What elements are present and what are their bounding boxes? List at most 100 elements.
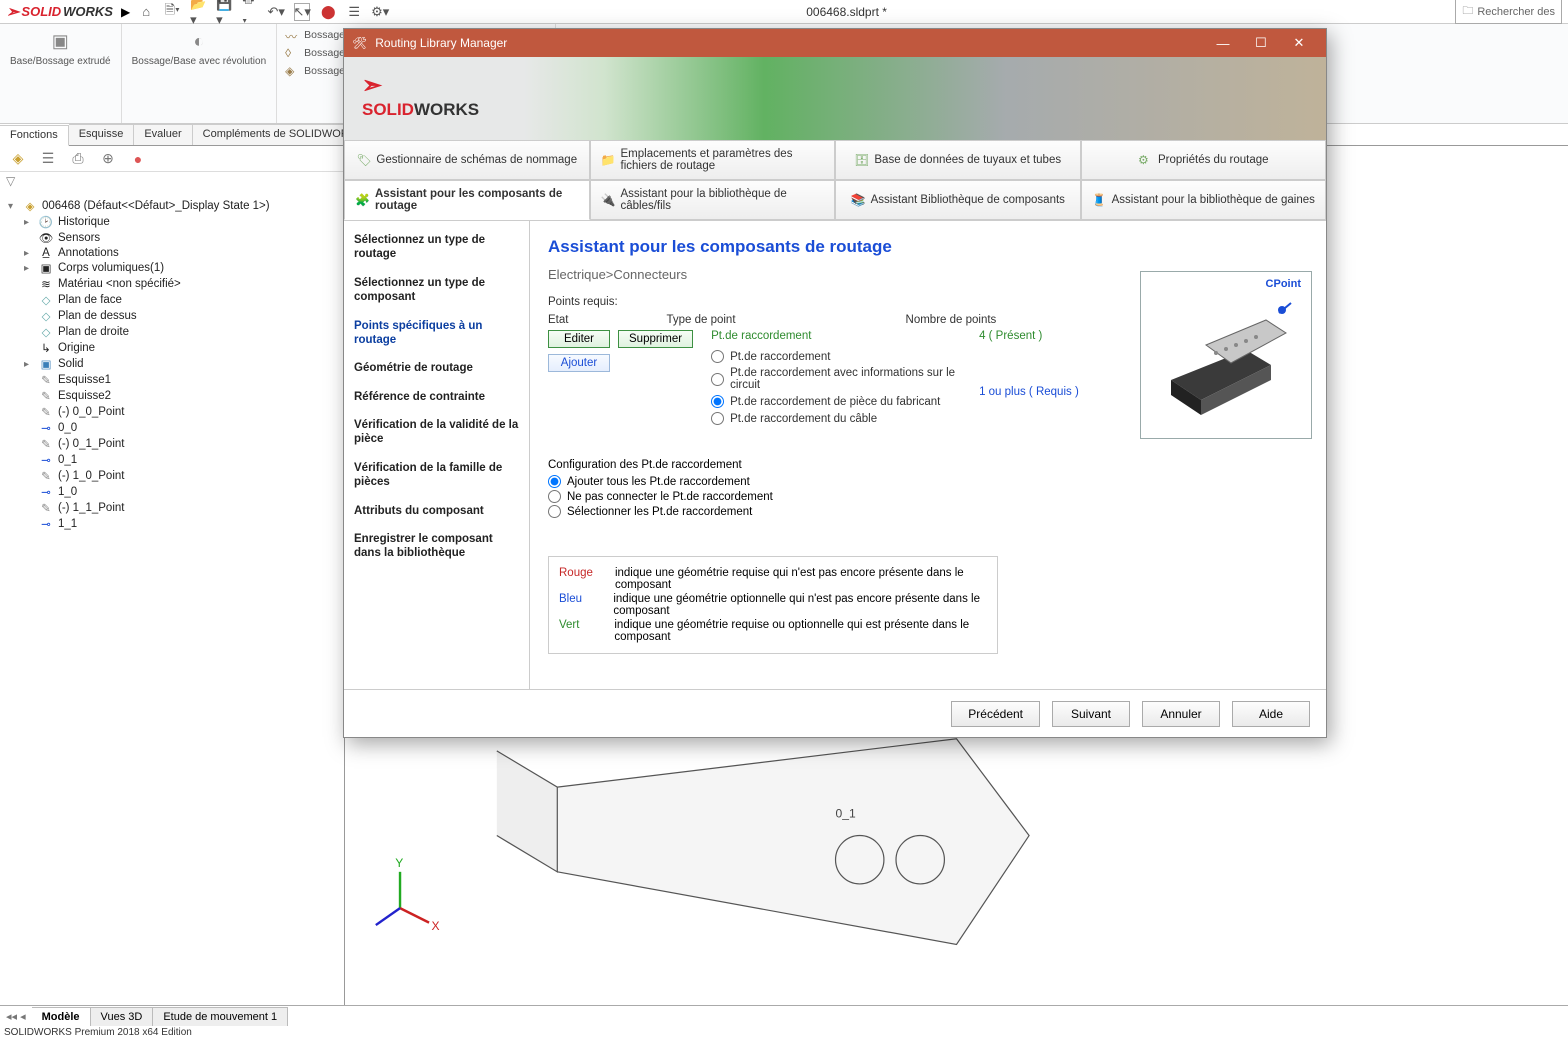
tree-plan-dessus[interactable]: ◇Plan de dessus (2, 308, 342, 324)
opt-cpoint-cable[interactable]: Pt.de raccordement du câble (711, 412, 961, 425)
cfg-opt-select[interactable]: Sélectionner les Pt.de raccordement (548, 505, 1308, 518)
open-icon[interactable]: 📂▾ (190, 3, 206, 21)
print-icon[interactable]: 🖶▾ (242, 3, 258, 21)
wiz-step-3[interactable]: Géométrie de routage (354, 361, 519, 375)
tree-esquisse2[interactable]: ✎Esquisse2 (2, 388, 342, 404)
tree-plan-droite[interactable]: ◇Plan de droite (2, 324, 342, 340)
rebuild-icon[interactable]: ⬤ (320, 3, 336, 21)
wiz-step-6[interactable]: Vérification de la famille de pièces (354, 461, 519, 490)
dlg-tab-file-locations[interactable]: 📁Emplacements et paramètres des fichiers… (590, 141, 836, 180)
tree-cpoint-01[interactable]: ⊸0_1 (2, 452, 342, 468)
opt-cpoint-circuit[interactable]: Pt.de raccordement avec informations sur… (711, 367, 961, 391)
select-icon[interactable]: ↖▾ (294, 3, 310, 21)
feature-tree[interactable]: ▾◈006468 (Défaut<<Défaut>_Display State … (0, 194, 344, 1017)
app-logo: ➣ SOLIDWORKS (6, 2, 113, 22)
cfg-opt-no-connect[interactable]: Ne pas connecter le Pt.de raccordement (548, 490, 1308, 503)
wiz-step-0[interactable]: Sélectionnez un type de routage (354, 233, 519, 262)
tree-point-00[interactable]: ✎(-) 0_0_Point (2, 404, 342, 420)
wiz-step-7[interactable]: Attributs du composant (354, 504, 519, 518)
dlg-tab-pipe-db[interactable]: 🗄Base de données de tuyaux et tubes (835, 141, 1081, 180)
fm-tab-appearance-icon[interactable]: ● (128, 149, 148, 169)
close-icon[interactable]: ✕ (1280, 29, 1318, 57)
next-button[interactable]: Suivant (1052, 701, 1130, 727)
conduit-icon: 🧵 (1092, 193, 1106, 207)
count-header: Nombre de points (906, 314, 997, 326)
revolve-icon: ◐ (186, 28, 212, 54)
tree-point-11[interactable]: ✎(-) 1_1_Point (2, 500, 342, 516)
fm-tab-config-icon[interactable]: ⎙ (68, 149, 88, 169)
dlg-tab-comp-lib-wizard[interactable]: 📚Assistant Bibliothèque de composants (835, 181, 1081, 220)
tree-plan-face[interactable]: ◇Plan de face (2, 292, 342, 308)
wiz-step-2[interactable]: Points spécifiques à un routage (354, 319, 519, 348)
cancel-button[interactable]: Annuler (1142, 701, 1220, 727)
state-header: Etat (548, 314, 568, 326)
properties-icon: ⚙ (1138, 153, 1152, 167)
tree-cpoint-10[interactable]: ⊸1_0 (2, 484, 342, 500)
ribbon-tab-evaluer[interactable]: Evaluer (134, 124, 192, 145)
boundary-icon: ◈ (285, 64, 299, 78)
search-placeholder: Rechercher des (1477, 6, 1555, 18)
add-button[interactable]: Ajouter (548, 354, 610, 372)
fm-filter[interactable]: ▽ (0, 172, 344, 194)
prev-button[interactable]: Précédent (951, 701, 1040, 727)
help-button[interactable]: Aide (1232, 701, 1310, 727)
opt-cpoint[interactable]: Pt.de raccordement (711, 350, 961, 363)
loft-icon: ◊ (285, 46, 299, 60)
delete-button[interactable]: Supprimer (618, 330, 693, 348)
dlg-tab-routing-props[interactable]: ⚙Propriétés du routage (1081, 141, 1327, 180)
ribbon-tab-esquisse[interactable]: Esquisse (69, 124, 135, 145)
tab-vues3d[interactable]: Vues 3D (91, 1007, 154, 1026)
tree-point-01[interactable]: ✎(-) 0_1_Point (2, 436, 342, 452)
tree-sensors[interactable]: 👁Sensors (2, 230, 342, 246)
undo-icon[interactable]: ↶▾ (268, 3, 284, 21)
dialog-top-tabs: 🏷Gestionnaire de schémas de nommage 📁Emp… (344, 141, 1326, 181)
new-icon[interactable]: 🗎▾ (164, 3, 180, 21)
fm-tab-feature-icon[interactable]: ◈ (8, 149, 28, 169)
tree-annotations[interactable]: ▸A̲Annotations (2, 246, 342, 260)
play-icon[interactable]: ▶ (121, 5, 130, 19)
ribbon-boss-revolve[interactable]: ◐ Bossage/Base avec révolution (122, 24, 278, 123)
tab-etude[interactable]: Etude de mouvement 1 (153, 1007, 288, 1026)
minimize-icon[interactable]: — (1204, 29, 1242, 57)
tree-historique[interactable]: ▸🕑Historique (2, 214, 342, 230)
fm-tab-property-icon[interactable]: ☰ (38, 149, 58, 169)
tree-origine[interactable]: ↳Origine (2, 340, 342, 356)
maximize-icon[interactable]: ☐ (1242, 29, 1280, 57)
tree-solid[interactable]: ▸▣Solid (2, 356, 342, 372)
wizard-nav: Sélectionnez un type de routage Sélectio… (344, 221, 530, 689)
wiz-step-5[interactable]: Vérification de la validité de la pièce (354, 418, 519, 447)
gear-icon[interactable]: ⚙▾ (372, 3, 388, 21)
tree-esquisse1[interactable]: ✎Esquisse1 (2, 372, 342, 388)
tree-point-10[interactable]: ✎(-) 1_0_Point (2, 468, 342, 484)
dlg-tab-cable-lib-wizard[interactable]: 🔌Assistant pour la bibliothèque de câble… (590, 181, 836, 220)
dialog-title-bar[interactable]: 🛠 Routing Library Manager — ☐ ✕ (344, 29, 1326, 57)
edit-button[interactable]: Editer (548, 330, 610, 348)
point-type-options: Pt.de raccordement Pt.de raccordement av… (711, 350, 961, 425)
tree-material[interactable]: ≋Matériau <non spécifié> (2, 276, 342, 292)
dlg-tab-covering-lib-wizard[interactable]: 🧵Assistant pour la bibliothèque de gaine… (1081, 181, 1327, 220)
tree-root[interactable]: ▾◈006468 (Défaut<<Défaut>_Display State … (2, 198, 342, 214)
legend-vert-text: indique une géométrie requise ou optionn… (614, 619, 987, 643)
search-box[interactable]: 🗀 Rechercher des (1455, 0, 1562, 24)
ribbon-boss-extrude[interactable]: ▣ Base/Bossage extrudé (0, 24, 122, 123)
tree-cpoint-00[interactable]: ⊸0_0 (2, 420, 342, 436)
home-icon[interactable]: ⌂ (138, 3, 154, 21)
legend-rouge-label: Rouge (559, 567, 601, 591)
options-icon[interactable]: ☰ (346, 3, 362, 21)
ribbon-tab-fonctions[interactable]: Fonctions (0, 125, 69, 146)
tab-nav-prev-icon[interactable]: ◂◂ ◂ (0, 1010, 32, 1023)
wiz-step-8[interactable]: Enregistrer le composant dans la bibliot… (354, 532, 519, 561)
tree-cpoint-11[interactable]: ⊸1_1 (2, 516, 342, 532)
tab-modele[interactable]: Modèle (32, 1007, 91, 1026)
save-icon[interactable]: 💾▾ (216, 3, 232, 21)
wiz-step-1[interactable]: Sélectionnez un type de composant (354, 276, 519, 305)
status-bar: SOLIDWORKS Premium 2018 x64 Edition (0, 1027, 1568, 1041)
wiz-step-4[interactable]: Référence de contrainte (354, 390, 519, 404)
wizard-main: Assistant pour les composants de routage… (530, 221, 1326, 689)
tree-solid-bodies[interactable]: ▸▣Corps volumiques(1) (2, 260, 342, 276)
dlg-tab-routing-comp-wizard[interactable]: 🧩Assistant pour les composants de routag… (344, 181, 590, 220)
cfg-opt-add-all[interactable]: Ajouter tous les Pt.de raccordement (548, 475, 1308, 488)
opt-cpoint-mfg[interactable]: Pt.de raccordement de pièce du fabricant (711, 395, 961, 408)
fm-tab-dim-icon[interactable]: ⊕ (98, 149, 118, 169)
dlg-tab-naming-schemes[interactable]: 🏷Gestionnaire de schémas de nommage (344, 141, 590, 180)
